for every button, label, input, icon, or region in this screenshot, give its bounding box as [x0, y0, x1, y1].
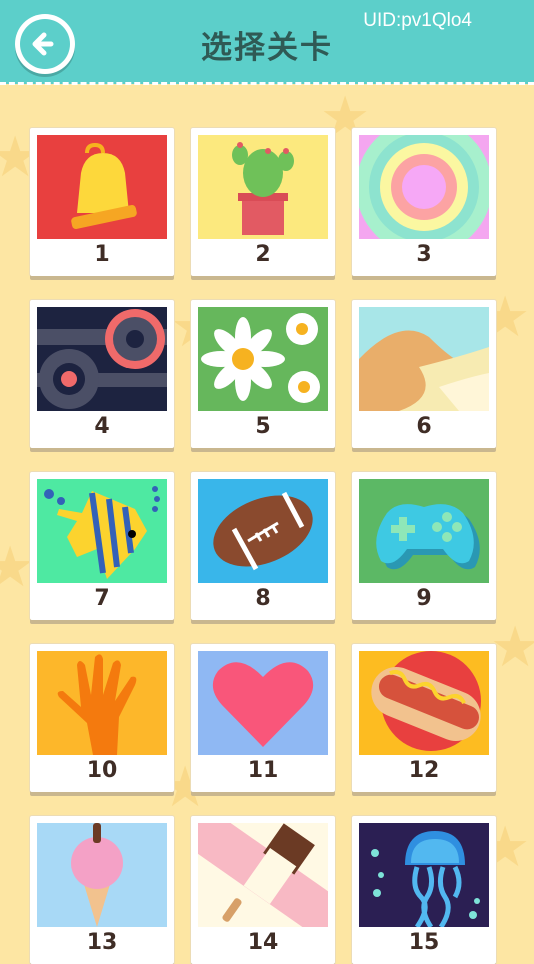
- cactus-icon: [198, 135, 328, 239]
- fish-icon: [37, 479, 167, 583]
- level-number: 8: [255, 586, 271, 611]
- jellyfish-icon: [359, 823, 489, 927]
- hand-icon: [37, 651, 167, 755]
- level-number: 10: [86, 758, 118, 783]
- level-number: 11: [247, 758, 279, 783]
- level-card-14[interactable]: 14: [191, 816, 335, 964]
- level-number: 15: [408, 930, 440, 955]
- gears-icon: [37, 307, 167, 411]
- level-card-13[interactable]: 13: [30, 816, 174, 964]
- desert-icon: [359, 307, 489, 411]
- gamepad-icon: [359, 479, 489, 583]
- rings-icon: [359, 135, 489, 239]
- level-number: 12: [408, 758, 440, 783]
- level-card-2[interactable]: 2: [191, 128, 335, 276]
- level-card-9[interactable]: 9: [352, 472, 496, 620]
- level-number: 14: [247, 930, 279, 955]
- level-number: 5: [255, 414, 271, 439]
- icecream-icon: [37, 823, 167, 927]
- level-card-10[interactable]: 10: [30, 644, 174, 792]
- level-card-3[interactable]: 3: [352, 128, 496, 276]
- level-card-8[interactable]: 8: [191, 472, 335, 620]
- popsicle-icon: [198, 823, 328, 927]
- daisy-icon: [198, 307, 328, 411]
- level-number: 7: [94, 586, 110, 611]
- hotdog-icon: [359, 651, 489, 755]
- level-number: 4: [94, 414, 110, 439]
- bell-icon: [37, 135, 167, 239]
- header-stitch: [0, 82, 534, 85]
- level-number: 1: [94, 242, 110, 267]
- level-number: 3: [416, 242, 432, 267]
- football-icon: [198, 479, 328, 583]
- level-card-5[interactable]: 5: [191, 300, 335, 448]
- level-card-4[interactable]: 4: [30, 300, 174, 448]
- level-number: 13: [86, 930, 118, 955]
- star-decoration: ★: [490, 615, 534, 680]
- level-number: 2: [255, 242, 271, 267]
- level-card-11[interactable]: 11: [191, 644, 335, 792]
- heart-icon: [198, 651, 328, 755]
- top-bar: 选择关卡 UID:pv1Qlo4: [0, 0, 534, 85]
- level-card-6[interactable]: 6: [352, 300, 496, 448]
- level-card-15[interactable]: 15: [352, 816, 496, 964]
- level-card-12[interactable]: 12: [352, 644, 496, 792]
- level-card-7[interactable]: 7: [30, 472, 174, 620]
- level-number: 6: [416, 414, 432, 439]
- level-card-1[interactable]: 1: [30, 128, 174, 276]
- user-id-label: UID:pv1Qlo4: [363, 10, 472, 31]
- level-number: 9: [416, 586, 432, 611]
